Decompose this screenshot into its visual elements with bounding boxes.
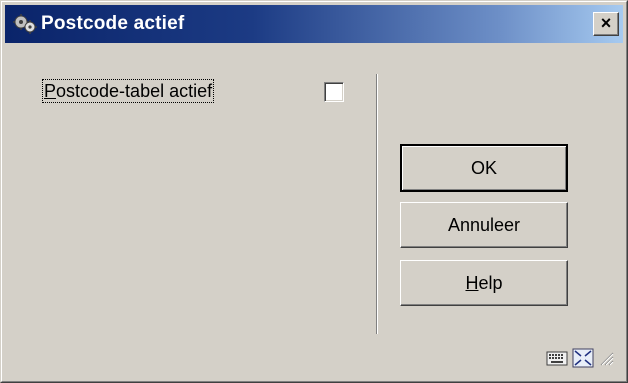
status-icons bbox=[546, 348, 614, 373]
cancel-button[interactable]: Annuleer bbox=[400, 202, 568, 248]
fullscreen-icon[interactable] bbox=[572, 348, 594, 373]
gears-icon bbox=[13, 12, 37, 36]
dialog-window: Postcode actief × Postcode-tabel actief … bbox=[0, 0, 628, 383]
close-icon: × bbox=[600, 13, 612, 33]
close-button[interactable]: × bbox=[593, 12, 619, 36]
keyboard-icon[interactable] bbox=[546, 349, 568, 372]
ok-button-label: OK bbox=[470, 157, 497, 178]
help-button-label: elp bbox=[478, 272, 503, 293]
label-text: ostcode-tabel actief bbox=[56, 81, 213, 101]
postcode-table-active-checkbox[interactable] bbox=[324, 82, 344, 102]
window-title: Postcode actief bbox=[41, 13, 185, 34]
resize-grip-icon[interactable] bbox=[598, 350, 614, 371]
label-mnemonic: P bbox=[44, 81, 57, 101]
postcode-table-active-label: Postcode-tabel actief bbox=[42, 79, 215, 103]
title-bar[interactable]: Postcode actief × bbox=[5, 5, 623, 43]
help-mnemonic: H bbox=[465, 272, 479, 293]
dialog-frame: Postcode actief × Postcode-tabel actief … bbox=[1, 1, 627, 382]
vertical-divider bbox=[376, 74, 378, 334]
ok-button[interactable]: OK bbox=[400, 144, 568, 192]
cancel-button-label: Annuleer bbox=[447, 214, 521, 235]
help-button[interactable]: Help bbox=[400, 260, 568, 306]
